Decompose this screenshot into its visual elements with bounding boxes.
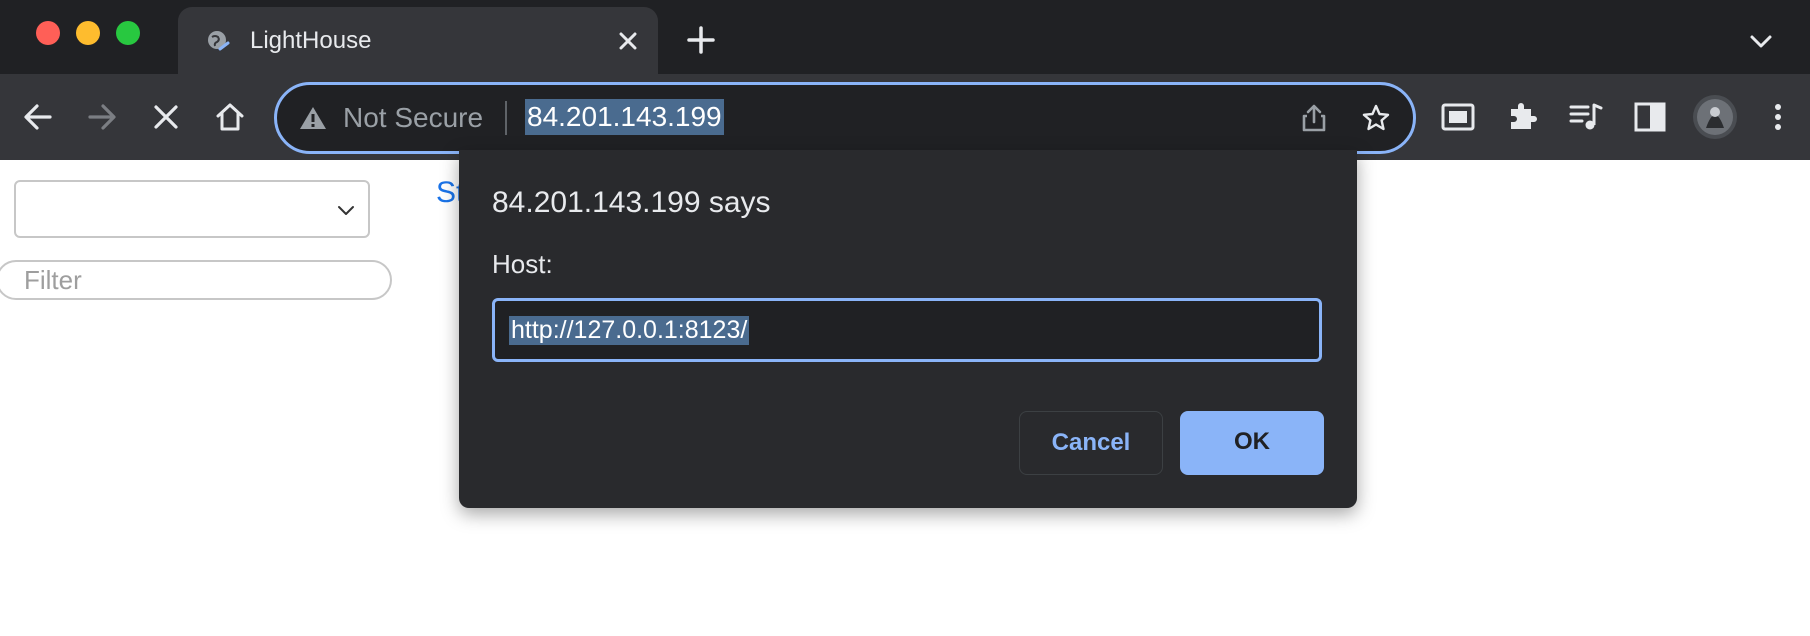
extensions-puzzle-icon[interactable] — [1504, 99, 1540, 135]
tab-title: LightHouse — [250, 27, 372, 54]
host-input[interactable]: http://127.0.0.1:8123/ — [492, 298, 1322, 362]
address-bar[interactable]: Not Secure 84.201.143.199 — [274, 82, 1416, 154]
home-icon[interactable] — [212, 99, 248, 135]
bookmark-star-icon[interactable] — [1361, 103, 1391, 133]
back-arrow-icon[interactable] — [20, 99, 56, 135]
cancel-button[interactable]: Cancel — [1019, 411, 1163, 475]
dialog-title: 84.201.143.199 says — [492, 186, 771, 219]
chevron-down-icon — [338, 206, 354, 215]
picture-in-picture-icon[interactable] — [1440, 99, 1476, 135]
close-tab-icon[interactable] — [614, 27, 642, 55]
url-text[interactable]: 84.201.143.199 — [525, 99, 724, 135]
window-minimize-button[interactable] — [76, 21, 100, 45]
warning-icon[interactable] — [299, 105, 327, 131]
window-close-button[interactable] — [36, 21, 60, 45]
dialog-label: Host: — [492, 249, 553, 279]
side-panel-icon[interactable] — [1632, 99, 1668, 135]
filter-input[interactable]: Filter — [0, 260, 392, 300]
chevron-down-icon[interactable] — [1748, 28, 1774, 54]
more-options-icon[interactable] — [1760, 99, 1796, 135]
forward-arrow-icon[interactable] — [84, 99, 120, 135]
globe-loading-icon — [208, 31, 230, 51]
stop-loading-icon[interactable] — [148, 99, 184, 135]
browser-tabstrip: LightHouse — [0, 0, 1810, 74]
window-maximize-button[interactable] — [116, 21, 140, 45]
host-input-value[interactable]: http://127.0.0.1:8123/ — [509, 316, 750, 345]
new-tab-icon[interactable] — [685, 24, 717, 56]
share-icon[interactable] — [1299, 103, 1329, 133]
media-queue-icon[interactable] — [1568, 99, 1604, 135]
page-dropdown-select[interactable] — [14, 180, 370, 238]
browser-tab-active[interactable]: LightHouse — [178, 7, 658, 74]
not-secure-label[interactable]: Not Secure — [343, 102, 483, 134]
profile-avatar[interactable] — [1692, 94, 1738, 140]
ok-button[interactable]: OK — [1180, 411, 1324, 475]
browser-toolbar: Not Secure 84.201.143.199 — [0, 74, 1810, 160]
omnibox-separator — [505, 101, 507, 135]
prompt-dialog: 84.201.143.199 says Host: http://127.0.0… — [459, 150, 1357, 508]
